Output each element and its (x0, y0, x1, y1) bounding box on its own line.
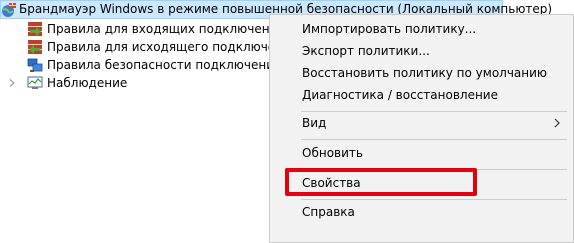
menu-item-label: Справка (302, 205, 355, 219)
inbound-rules-icon (27, 21, 43, 37)
menu-item-view[interactable]: Вид (271, 112, 572, 134)
tree-item-monitoring[interactable]: Наблюдение (27, 74, 127, 92)
outbound-rules-icon (27, 39, 43, 55)
tree-item-outbound-rules[interactable]: Правила для исходящего подключения (27, 38, 298, 56)
submenu-arrow-icon (552, 116, 562, 130)
menu-item-import-policy[interactable]: Импортировать политику... (271, 18, 572, 40)
menu-item-label: Свойства (302, 176, 361, 190)
menu-item-label: Обновить (302, 146, 363, 160)
menu-item-export-policy[interactable]: Экспорт политики... (271, 40, 572, 62)
tree-item-label: Наблюдение (47, 76, 128, 90)
expand-chevron-icon[interactable] (8, 79, 16, 87)
tree-item-label: Правила безопасности подключения (47, 58, 282, 72)
menu-item-restore-default-policy[interactable]: Восстановить политику по умолчанию (271, 62, 572, 84)
menu-item-label: Диагностика / восстановление (302, 88, 498, 102)
menu-item-help[interactable]: Справка (271, 201, 572, 223)
menu-item-refresh[interactable]: Обновить (271, 142, 572, 164)
menu-item-label: Восстановить политику по умолчанию (302, 66, 548, 80)
menu-item-properties[interactable]: Свойства (271, 172, 572, 194)
menu-separator (301, 169, 567, 170)
context-menu: Импортировать политику... Экспорт полити… (269, 14, 574, 243)
tree-item-label: Правила для входящих подключений (47, 22, 286, 36)
firewall-globe-icon (1, 2, 17, 18)
mmc-window: Брандмауэр Windows в режиме повышенной б… (0, 0, 574, 243)
menu-separator (301, 139, 567, 140)
menu-separator (301, 199, 567, 200)
menu-item-label: Импортировать политику... (302, 22, 477, 36)
menu-item-diagnostics-repair[interactable]: Диагностика / восстановление (271, 84, 572, 106)
menu-item-label: Экспорт политики... (302, 44, 430, 58)
tree-item-label: Правила для исходящего подключения (47, 40, 299, 54)
tree-item-inbound-rules[interactable]: Правила для входящих подключений (27, 20, 285, 38)
menu-item-label: Вид (302, 116, 327, 130)
connection-security-icon (27, 57, 43, 73)
tree-item-connection-security-rules[interactable]: Правила безопасности подключения (27, 56, 281, 74)
monitoring-icon (27, 75, 43, 91)
